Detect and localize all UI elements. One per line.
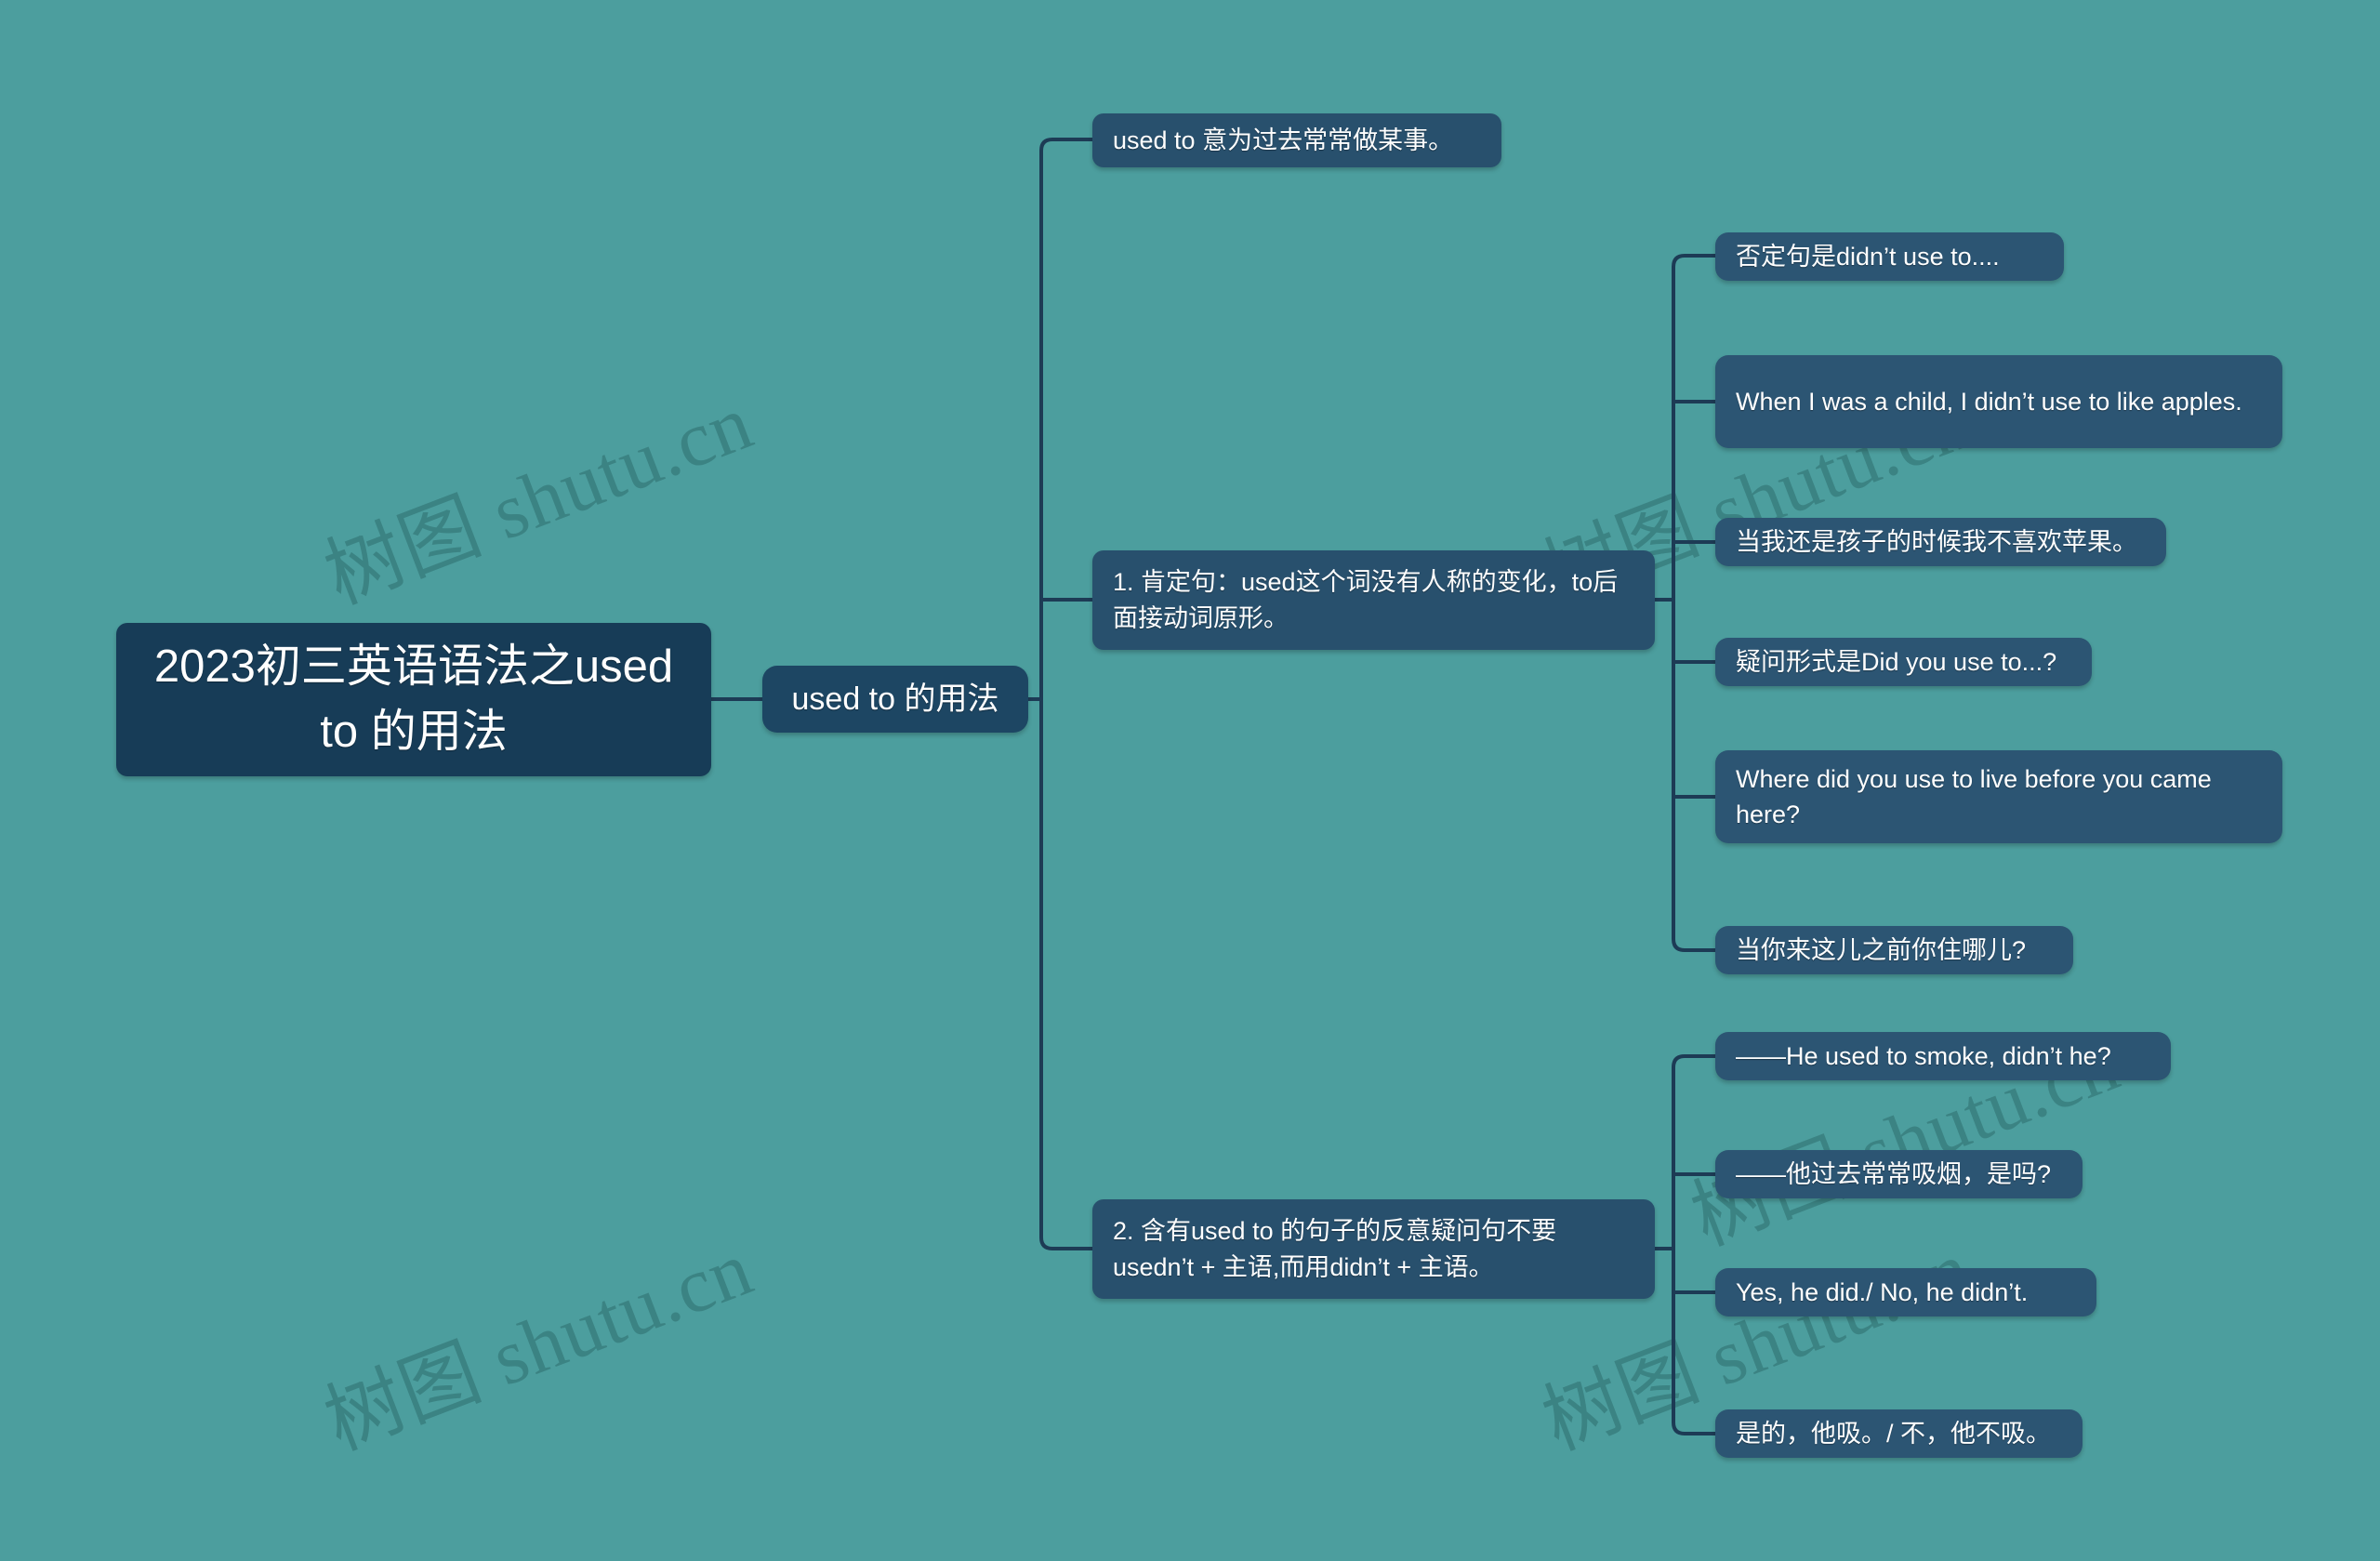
root-node-label: 2023初三英语语法之used to 的用法 [153, 641, 674, 757]
topic-node-affirmative[interactable]: 1. 肯定句：used这个词没有人称的变化，to后面接动词原形。 [1092, 550, 1655, 650]
leaf-node-label: 当我还是孩子的时候我不喜欢苹果。 [1736, 527, 2137, 556]
connector-spine-topic3 [1039, 1237, 1092, 1250]
leaf-node[interactable]: 当我还是孩子的时候我不喜欢苹果。 [1715, 518, 2166, 566]
topic-node-label: 2. 含有used to 的句子的反意疑问句不要usedn’t + 主语,而用d… [1113, 1217, 1557, 1281]
leaf-node[interactable]: 当你来这儿之前你住哪儿? [1715, 926, 2073, 974]
leaf-node[interactable]: ——他过去常常吸烟，是吗? [1715, 1150, 2082, 1198]
leaf-node-label: Where did you use to live before you cam… [1736, 764, 2212, 828]
watermark-text: 树图 shutu.cn [313, 1224, 764, 1467]
leaf-node-label: When I was a child, I didn’t use to like… [1736, 387, 2242, 416]
leaf-node-label: ——他过去常常吸烟，是吗? [1736, 1159, 2052, 1188]
leaf-node[interactable]: 疑问形式是Did you use to...? [1715, 638, 2092, 686]
leaf-node[interactable]: ——He used to smoke, didn’t he? [1715, 1032, 2171, 1080]
branch-node-used-to[interactable]: used to 的用法 [762, 666, 1028, 733]
leaf-node-label: Yes, he did./ No, he didn’t. [1736, 1277, 2029, 1306]
connector-spine-topic1 [1039, 138, 1092, 152]
leaf-node-label: 是的，他吸。/ 不，他不吸。 [1736, 1419, 2052, 1448]
topic-node-label: 1. 肯定句：used这个词没有人称的变化，to后面接动词原形。 [1113, 568, 1619, 632]
leaf-node[interactable]: 是的，他吸。/ 不，他不吸。 [1715, 1409, 2082, 1458]
leaf-node[interactable]: Yes, he did./ No, he didn’t. [1715, 1268, 2096, 1316]
leaf-node-label: 当你来这儿之前你住哪儿? [1736, 935, 2027, 964]
connector-substem-group1-bottom [1672, 938, 1715, 952]
leaf-node[interactable]: 否定句是didn’t use to.... [1715, 232, 2064, 281]
leaf-node[interactable]: When I was a child, I didn’t use to like… [1715, 355, 2282, 448]
connector-substem-group2-top [1672, 1054, 1715, 1068]
leaf-node[interactable]: Where did you use to live before you cam… [1715, 750, 2282, 843]
topic-node-definition[interactable]: used to 意为过去常常做某事。 [1092, 113, 1501, 167]
leaf-node-label: 疑问形式是Did you use to...? [1736, 647, 2057, 676]
connector-substem-group1-top [1672, 254, 1715, 268]
topic-node-label: used to 意为过去常常做某事。 [1113, 126, 1454, 154]
watermark-text: 树图 shutu.cn [313, 378, 764, 621]
root-node[interactable]: 2023初三英语语法之used to 的用法 [116, 623, 711, 776]
mindmap-canvas: 树图 shutu.cn 树图 shutu.cn 树图 shutu.cn 树图 s… [0, 0, 2380, 1561]
leaf-node-label: 否定句是didn’t use to.... [1736, 242, 2000, 271]
branch-node-label: used to 的用法 [791, 681, 999, 717]
connector-substem-group2-bottom [1672, 1422, 1715, 1435]
leaf-node-label: ——He used to smoke, didn’t he? [1736, 1041, 2111, 1070]
topic-node-tag-question[interactable]: 2. 含有used to 的句子的反意疑问句不要usedn’t + 主语,而用d… [1092, 1199, 1655, 1299]
